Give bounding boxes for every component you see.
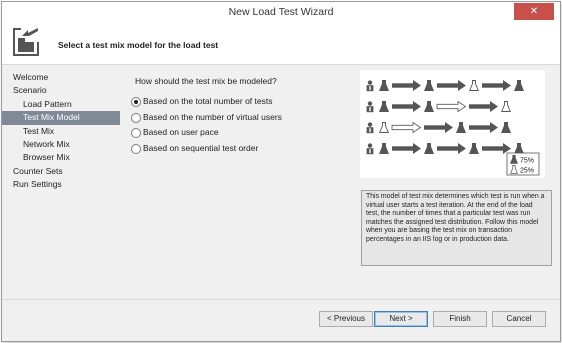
wizard-header: Select a test mix model for the load tes… [2, 22, 560, 65]
mix-row-3 [366, 122, 511, 134]
radio-button[interactable] [131, 143, 141, 154]
nav-item-test-mix-model[interactable]: Test Mix Model [2, 111, 120, 125]
description-box: This model of test mix determines which … [361, 190, 552, 266]
option-sequential-order[interactable]: Based on sequential test order [131, 141, 282, 157]
next-button[interactable]: Next > [374, 311, 428, 327]
mix-row-4 [366, 143, 524, 155]
wizard-nav: Welcome Scenario Load Pattern Test Mix M… [2, 71, 120, 192]
cancel-button[interactable]: Cancel [492, 311, 546, 327]
option-label: Based on the number of virtual users [143, 111, 282, 122]
nav-item-counter-sets[interactable]: Counter Sets [2, 165, 120, 178]
question-label: How should the test mix be modeled? [135, 76, 277, 86]
window-title: New Load Test Wizard [228, 6, 334, 18]
mix-row-1 [366, 80, 524, 92]
wizard-body: Welcome Scenario Load Pattern Test Mix M… [2, 65, 560, 299]
test-mix-diagram: 75% 25% [360, 70, 545, 178]
nav-item-test-mix[interactable]: Test Mix [2, 125, 120, 138]
legend-pct-filled: 75% [520, 158, 534, 165]
mix-row-2 [366, 101, 511, 113]
radio-button[interactable] [131, 128, 141, 139]
previous-button[interactable]: < Previous [319, 311, 373, 327]
title-bar: New Load Test Wizard ✕ [2, 2, 560, 22]
wizard-window: New Load Test Wizard ✕ Select a test mix… [1, 1, 561, 342]
option-total-tests[interactable]: Based on the total number of tests [131, 94, 282, 110]
radio-button[interactable] [131, 97, 141, 107]
nav-item-load-pattern[interactable]: Load Pattern [2, 98, 120, 111]
wizard-footer: < Previous Next > Finish Cancel [2, 299, 560, 341]
option-label: Based on the total number of tests [143, 96, 273, 106]
legend-pct-outline: 25% [520, 168, 534, 175]
wizard-icon [13, 28, 39, 56]
nav-item-network-mix[interactable]: Network Mix [2, 138, 120, 151]
diagram-legend: 75% 25% [506, 152, 540, 176]
option-label: Based on sequential test order [143, 142, 259, 153]
option-user-pace[interactable]: Based on user pace [131, 125, 282, 141]
close-button[interactable]: ✕ [514, 3, 554, 20]
page-heading: Select a test mix model for the load tes… [58, 40, 219, 50]
radio-selected-dot [134, 100, 138, 104]
nav-item-browser-mix[interactable]: Browser Mix [2, 151, 120, 164]
nav-item-scenario[interactable]: Scenario [2, 84, 120, 97]
nav-item-welcome[interactable]: Welcome [2, 71, 120, 84]
nav-item-run-settings[interactable]: Run Settings [2, 178, 120, 191]
option-virtual-users[interactable]: Based on the number of virtual users [131, 110, 282, 126]
radio-button[interactable] [131, 112, 141, 123]
mix-model-options: Based on the total number of tests Based… [131, 94, 282, 156]
option-label: Based on user pace [143, 127, 219, 138]
finish-button[interactable]: Finish [433, 311, 487, 327]
